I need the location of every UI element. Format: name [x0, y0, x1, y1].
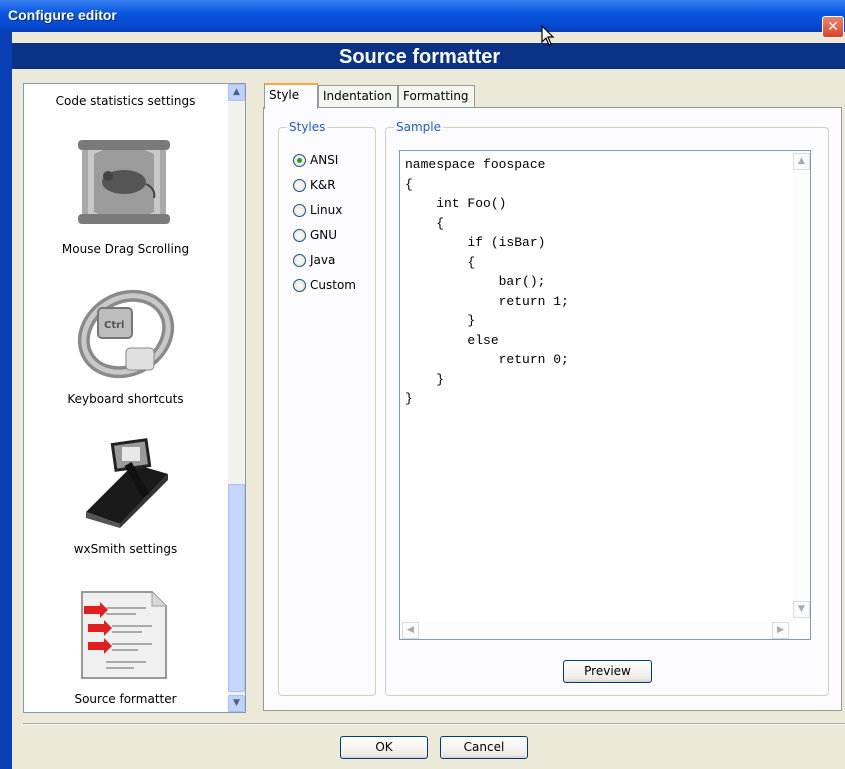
scroll-right-arrow-icon[interactable]: ▶ — [772, 622, 789, 639]
sample-group-label: Sample — [394, 120, 443, 134]
code-horizontal-scrollbar[interactable]: ◀ ▶ — [400, 622, 793, 639]
style-option-label: Linux — [310, 203, 343, 217]
scroll-down-arrow-icon[interactable]: ▼ — [228, 695, 245, 712]
radio-icon[interactable] — [293, 279, 306, 292]
sidebar-item-label: Keyboard shortcuts — [67, 392, 184, 406]
sample-code: namespace foospace { int Foo() { if (isB… — [405, 157, 569, 406]
style-option-label: Java — [310, 253, 336, 267]
tab-formatting[interactable]: Formatting — [398, 85, 475, 107]
wxsmith-icon — [86, 438, 168, 528]
sidebar-item-label: Source formatter — [74, 692, 177, 706]
radio-icon[interactable] — [293, 229, 306, 242]
sidebar-item-source-formatter[interactable]: Source formatter — [24, 584, 227, 712]
radio-selected-icon[interactable] — [293, 154, 306, 167]
window-title: Configure editor — [8, 7, 117, 23]
mouse-scroll-icon — [78, 140, 170, 224]
style-option-label: GNU — [310, 228, 338, 242]
radio-icon[interactable] — [293, 179, 306, 192]
page-title: Source formatter — [339, 46, 501, 68]
scroll-left-arrow-icon[interactable]: ◀ — [402, 622, 419, 639]
scrollbar-thumb[interactable] — [228, 484, 245, 692]
sidebar-item-wxsmith-settings[interactable]: wxSmith settings — [24, 434, 227, 564]
styles-group-label: Styles — [287, 120, 328, 134]
mouse-pointer-icon — [541, 25, 555, 46]
window-frame-edge — [0, 32, 12, 769]
scroll-up-arrow-icon[interactable]: ▲ — [793, 153, 810, 170]
settings-category-list[interactable]: Code statistics settings Mouse Drag Scro… — [23, 83, 246, 713]
preview-button[interactable]: Preview — [563, 660, 652, 683]
page-header: Source formatter — [12, 43, 845, 69]
title-bar[interactable]: Configure editor — [0, 0, 845, 32]
scroll-down-arrow-icon[interactable]: ▼ — [793, 601, 810, 618]
svg-text:Ctrl: Ctrl — [104, 320, 124, 331]
sidebar-item-label: Mouse Drag Scrolling — [61, 242, 190, 256]
radio-icon[interactable] — [293, 204, 306, 217]
style-option-label: ANSI — [310, 153, 339, 167]
sidebar-item-label: Code statistics settings — [55, 94, 196, 108]
cancel-button[interactable]: Cancel — [440, 736, 528, 759]
tab-style[interactable]: Style — [264, 83, 318, 109]
radio-icon[interactable] — [293, 254, 306, 267]
style-option-label: K&R — [310, 178, 336, 192]
tab-indentation[interactable]: Indentation — [318, 85, 398, 107]
sidebar-scrollbar[interactable]: ▲ ▼ — [228, 84, 245, 712]
sidebar-item-label: wxSmith settings — [73, 542, 178, 556]
keyboard-key-icon: Ctrl — [77, 289, 175, 379]
style-option-label: Custom — [310, 278, 356, 292]
sidebar-item-mouse-drag-scrolling[interactable]: Mouse Drag Scrolling — [24, 134, 227, 264]
close-button[interactable]: ✕ — [822, 16, 844, 38]
ok-button[interactable]: OK — [340, 736, 428, 759]
document-format-icon — [81, 591, 167, 679]
footer-divider — [23, 723, 845, 725]
scroll-up-arrow-icon[interactable]: ▲ — [228, 84, 245, 101]
sample-code-textarea[interactable]: namespace foospace { int Foo() { if (isB… — [399, 150, 811, 640]
sidebar-item-keyboard-shortcuts[interactable]: Ctrl Keyboard shortcuts — [24, 284, 227, 414]
configure-editor-window: Configure editor ✕ Source formatter Code… — [0, 0, 845, 769]
code-vertical-scrollbar[interactable]: ▲ ▼ — [793, 151, 810, 623]
styles-groupbox: Styles ANSI K&R Linux GNU Java Custom — [278, 120, 376, 696]
